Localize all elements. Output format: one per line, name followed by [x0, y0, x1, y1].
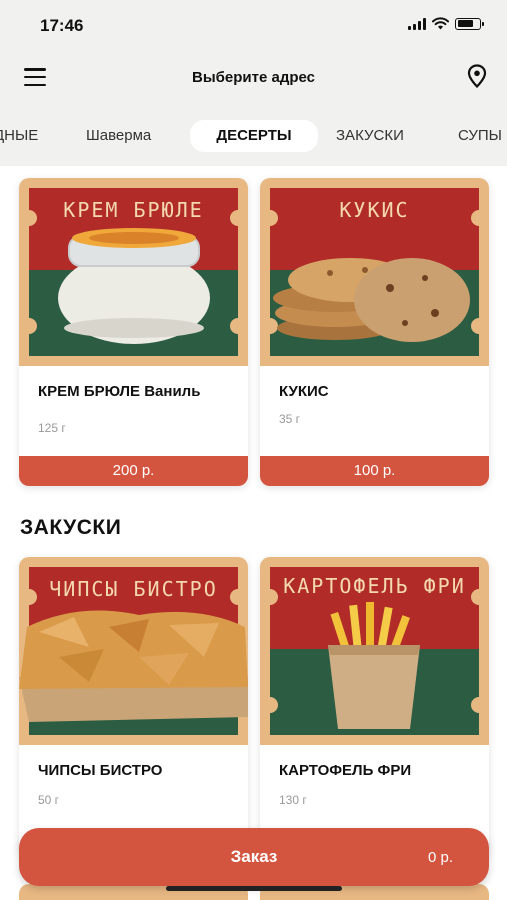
product-image-chips-bistro: ЧИПСЫ БИСТРО — [19, 557, 248, 745]
product-weight: 35 г — [279, 412, 301, 426]
product-weight: 50 г — [38, 793, 60, 807]
product-weight: 130 г — [279, 793, 307, 807]
app-header: Выберите адрес — [0, 50, 507, 106]
product-card-french-fries[interactable]: КАРТОФЕЛЬ ФРИ КАРТОФЕЛЬ ФРИ 130 г — [260, 557, 489, 857]
battery-level — [457, 20, 474, 27]
address-selector[interactable]: Выберите адрес — [0, 69, 507, 86]
order-button[interactable]: Заказ 0 р. — [19, 828, 489, 886]
product-image-french-fries: КАРТОФЕЛЬ ФРИ — [260, 557, 489, 745]
signal-icon — [408, 17, 426, 30]
tab-shaverma[interactable]: Шаверма — [86, 120, 151, 152]
battery-icon — [455, 17, 484, 30]
product-name: КАРТОФЕЛЬ ФРИ — [279, 762, 412, 779]
tab-soups[interactable]: СУПЫ — [458, 120, 502, 152]
tab-category-first[interactable]: ДНЫЕ — [0, 120, 38, 152]
product-card-cookies[interactable]: КУКИС КУКИС 35 г 100 р. — [260, 178, 489, 486]
category-tabs: ДНЫЕ Шаверма ДЕСЕРТЫ ЗАКУСКИ СУПЫ — [0, 106, 507, 166]
home-indicator[interactable] — [166, 886, 342, 891]
wifi-icon — [432, 17, 449, 30]
product-card-creme-brulee[interactable]: КРЕМ БРЮЛЕ КРЕМ БРЮЛЕ Ваниль 125 г 200 р… — [19, 178, 248, 486]
add-to-cart-price-button[interactable]: 200 р. — [19, 456, 248, 486]
order-label: Заказ — [230, 847, 278, 866]
poster-title: КАРТОФЕЛЬ ФРИ — [283, 574, 466, 598]
tab-desserts[interactable]: ДЕСЕРТЫ — [190, 120, 318, 152]
location-pin-icon[interactable] — [467, 64, 487, 88]
section-title-snacks: ЗАКУСКИ — [20, 516, 122, 539]
product-name: ЧИПСЫ БИСТРО — [38, 762, 163, 779]
status-icons — [408, 17, 484, 30]
tab-snacks[interactable]: ЗАКУСКИ — [336, 120, 404, 152]
product-name: КУКИС — [279, 383, 329, 400]
add-to-cart-price-button[interactable]: 100 р. — [260, 456, 489, 486]
poster-title: ЧИПСЫ БИСТРО — [49, 577, 218, 601]
order-total: 0 р. — [427, 849, 453, 866]
poster-title: КУКИС — [339, 198, 410, 222]
product-image-creme-brulee: КРЕМ БРЮЛЕ — [19, 178, 248, 366]
product-name: КРЕМ БРЮЛЕ Ваниль — [38, 383, 201, 400]
status-bar: 17:46 — [0, 0, 507, 50]
product-image-cookies: КУКИС — [260, 178, 489, 366]
status-time: 17:46 — [40, 16, 84, 35]
poster-title: КРЕМ БРЮЛЕ — [63, 198, 204, 222]
product-weight: 125 г — [38, 421, 66, 435]
product-card-chips-bistro[interactable]: ЧИПСЫ БИСТРО ЧИПСЫ БИСТРО 50 г — [19, 557, 248, 857]
